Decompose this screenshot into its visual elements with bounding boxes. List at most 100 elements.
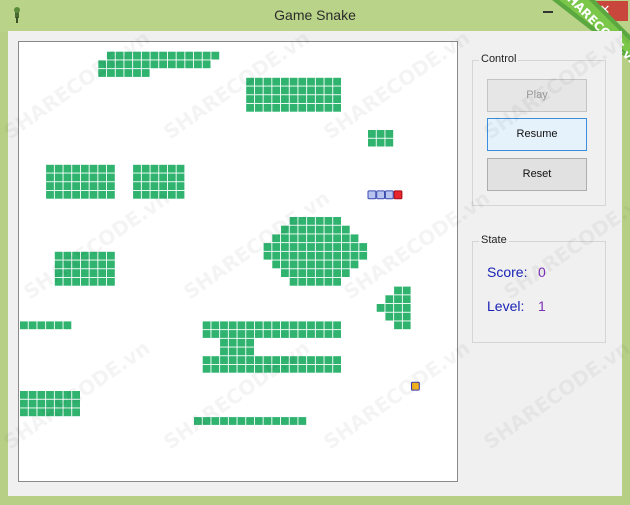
wall-block (46, 408, 54, 417)
wall-block (159, 60, 167, 69)
wall-block (307, 217, 315, 225)
wall-block (263, 417, 272, 425)
wall-block (202, 356, 211, 364)
wall-block (333, 277, 341, 286)
wall-block (133, 164, 141, 173)
wall-block (159, 190, 167, 199)
wall-block (167, 164, 176, 173)
wall-block (89, 182, 98, 190)
wall-block (46, 321, 54, 330)
wall-block (298, 330, 307, 338)
play-button[interactable]: Play (487, 79, 587, 112)
wall-block (289, 356, 298, 364)
wall-block (307, 86, 315, 95)
wall-block (141, 60, 150, 69)
wall-block (220, 338, 228, 347)
score-label: Score: (487, 264, 528, 280)
wall-block (133, 190, 141, 199)
wall-block (107, 182, 115, 190)
wall-block (46, 182, 54, 190)
wall-block (159, 164, 167, 173)
wall-block (220, 347, 228, 356)
wall-block (341, 225, 350, 234)
wall-block (228, 356, 237, 364)
wall-block (220, 364, 228, 373)
wall-block (341, 234, 350, 243)
wall-block (254, 364, 263, 373)
wall-block (289, 364, 298, 373)
wall-block (272, 95, 281, 103)
wall-block (72, 173, 80, 182)
wall-block (176, 51, 185, 60)
wall-block (333, 86, 341, 95)
wall-block (333, 217, 341, 225)
wall-block (98, 190, 107, 199)
wall-block (289, 217, 298, 225)
wall-block (167, 190, 176, 199)
wall-block (385, 304, 394, 312)
title-bar[interactable]: Game Snake ✕ SHARECODE.vn (0, 0, 630, 69)
wall-block (263, 243, 272, 251)
wall-block (115, 60, 124, 69)
wall-block (72, 399, 80, 408)
wall-block (315, 95, 324, 103)
wall-block (54, 182, 63, 190)
game-board[interactable] (18, 41, 458, 482)
wall-block (167, 182, 176, 190)
wall-block (333, 251, 341, 260)
wall-block (237, 330, 246, 338)
wall-block (63, 182, 72, 190)
wall-block (333, 95, 341, 103)
wall-block (115, 51, 124, 60)
wall-block (307, 77, 315, 86)
wall-block (28, 321, 37, 330)
wall-block (281, 321, 289, 330)
wall-block (150, 164, 159, 173)
wall-block (307, 234, 315, 243)
wall-block (80, 164, 89, 173)
wall-block (176, 60, 185, 69)
wall-block (324, 86, 333, 95)
wall-block (254, 417, 263, 425)
reset-button[interactable]: Reset (487, 158, 587, 191)
wall-block (98, 60, 107, 69)
wall-block (133, 51, 141, 60)
wall-block (46, 173, 54, 182)
wall-block (324, 234, 333, 243)
level-label: Level: (487, 298, 525, 314)
wall-block (272, 321, 281, 330)
wall-block (263, 364, 272, 373)
wall-block (80, 251, 89, 260)
wall-block (228, 364, 237, 373)
wall-block (298, 217, 307, 225)
wall-block (37, 399, 46, 408)
wall-block (202, 364, 211, 373)
wall-block (167, 173, 176, 182)
wall-block (202, 417, 211, 425)
wall-block (72, 269, 80, 277)
wall-block (150, 51, 159, 60)
resume-button[interactable]: Resume (487, 118, 587, 151)
wall-block (28, 408, 37, 417)
wall-block (202, 60, 211, 69)
wall-block (289, 234, 298, 243)
wall-block (333, 260, 341, 269)
wall-block (368, 130, 376, 138)
wall-block (307, 330, 315, 338)
wall-block (80, 173, 89, 182)
wall-block (63, 190, 72, 199)
wall-block (333, 225, 341, 234)
wall-block (54, 164, 63, 173)
wall-block (298, 103, 307, 112)
wall-block (63, 277, 72, 286)
wall-block (394, 312, 402, 321)
wall-block (324, 330, 333, 338)
wall-block (281, 356, 289, 364)
wall-block (80, 269, 89, 277)
wall-block (211, 356, 220, 364)
wall-block (333, 77, 341, 86)
wall-block (307, 321, 315, 330)
wall-block (289, 417, 298, 425)
wall-block (289, 260, 298, 269)
wall-block (254, 103, 263, 112)
